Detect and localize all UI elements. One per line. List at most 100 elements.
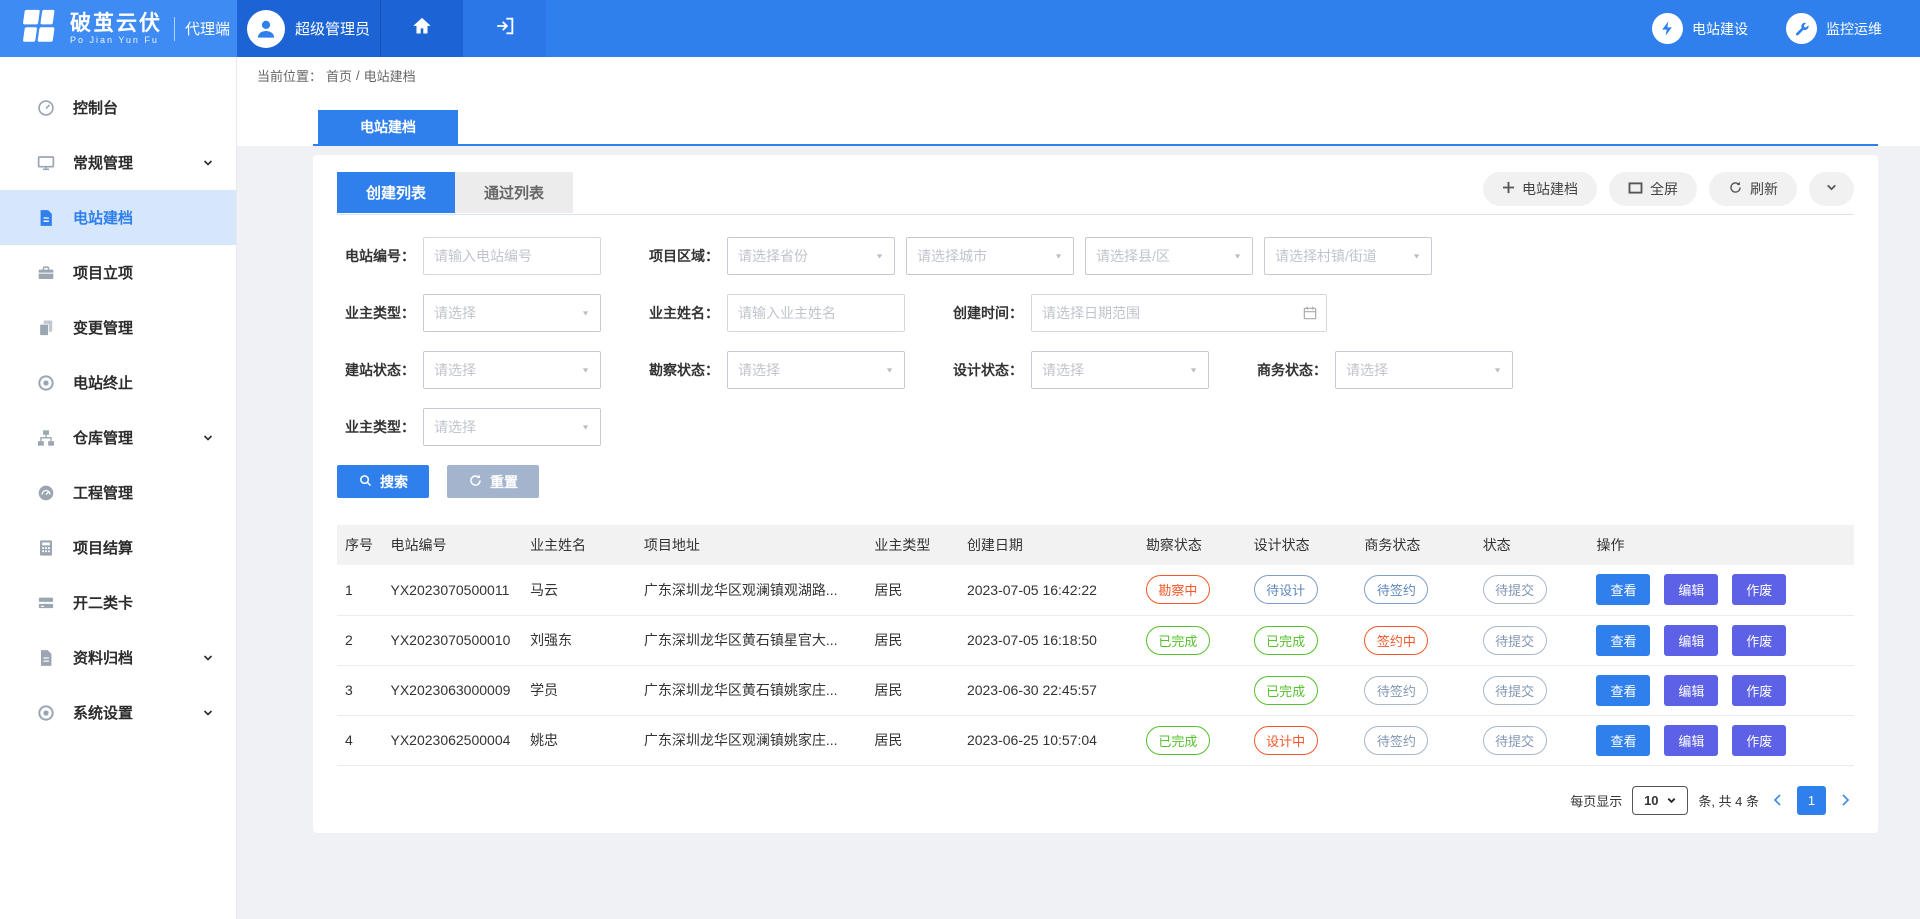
owner-type-select[interactable]: 请选择 ▼ bbox=[423, 294, 601, 332]
sidebar-item-label: 项目立项 bbox=[73, 262, 214, 283]
sidebar-item-warehouse-mgmt[interactable]: 仓库管理 bbox=[0, 410, 236, 465]
owner-name-input[interactable] bbox=[727, 294, 905, 332]
view-button[interactable]: 查看 bbox=[1596, 725, 1650, 756]
caret-down-icon: ▼ bbox=[581, 366, 590, 374]
edit-button[interactable]: 编辑 bbox=[1664, 725, 1718, 756]
sidebar-item-system-settings[interactable]: 系统设置 bbox=[0, 685, 236, 740]
logout-button[interactable] bbox=[463, 0, 546, 57]
sidebar-item-archives[interactable]: 资料归档 bbox=[0, 630, 236, 685]
sidebar-item-engineering-mgmt[interactable]: 工程管理 bbox=[0, 465, 236, 520]
edit-button[interactable]: 编辑 bbox=[1664, 625, 1718, 656]
create-station-button[interactable]: 电站建档 bbox=[1483, 172, 1597, 206]
collapse-toolbar-button[interactable] bbox=[1809, 172, 1854, 206]
refresh-button[interactable]: 刷新 bbox=[1709, 172, 1797, 206]
cell-address: 广东深圳龙华区黄石镇星官大... bbox=[636, 615, 867, 665]
cell-address: 广东深圳龙华区黄石镇姚家庄... bbox=[636, 665, 867, 715]
sidebar-item-type2-card[interactable]: 开二类卡 bbox=[0, 575, 236, 630]
col-status: 状态 bbox=[1475, 525, 1589, 565]
tab-create-list[interactable]: 创建列表 bbox=[337, 172, 455, 213]
view-button[interactable]: 查看 bbox=[1596, 574, 1650, 605]
page-tab-station-filing[interactable]: 电站建档 bbox=[318, 110, 458, 144]
invalidate-button[interactable]: 作废 bbox=[1732, 574, 1786, 605]
caret-down-icon: ▼ bbox=[581, 309, 590, 317]
province-select[interactable]: 请选择省份 ▼ bbox=[727, 237, 895, 275]
reset-button[interactable]: 重置 bbox=[447, 465, 539, 498]
cell-owner: 马云 bbox=[522, 565, 636, 615]
sidebar-item-project-initiation[interactable]: 项目立项 bbox=[0, 245, 236, 300]
design-status-label: 设计状态： bbox=[945, 360, 1023, 380]
chevron-down-icon bbox=[202, 432, 214, 444]
build-status-select[interactable]: 请选择 ▼ bbox=[423, 351, 601, 389]
invalidate-button[interactable]: 作废 bbox=[1732, 625, 1786, 656]
document-icon bbox=[36, 208, 56, 228]
view-button[interactable]: 查看 bbox=[1596, 625, 1650, 656]
search-label: 搜索 bbox=[380, 472, 408, 492]
page-number-button[interactable]: 1 bbox=[1797, 786, 1826, 815]
create-time-label: 创建时间： bbox=[945, 303, 1023, 323]
county-select[interactable]: 请选择县/区 ▼ bbox=[1085, 237, 1253, 275]
station-code-input[interactable] bbox=[423, 237, 601, 275]
sidebar-item-label: 仓库管理 bbox=[73, 427, 202, 448]
col-survey: 勘察状态 bbox=[1138, 525, 1246, 565]
col-index: 序号 bbox=[337, 525, 383, 565]
tab-passed-list[interactable]: 通过列表 bbox=[455, 172, 573, 213]
edit-button[interactable]: 编辑 bbox=[1664, 675, 1718, 706]
fullscreen-icon bbox=[1628, 181, 1643, 197]
cell-index: 3 bbox=[337, 665, 383, 715]
cell-owner-type: 居民 bbox=[866, 615, 959, 665]
breadcrumb-separator: / bbox=[356, 68, 360, 83]
next-page-button[interactable] bbox=[1836, 793, 1854, 807]
invalidate-button[interactable]: 作废 bbox=[1732, 725, 1786, 756]
sidebar-item-general-mgmt[interactable]: 常规管理 bbox=[0, 135, 236, 190]
home-button[interactable] bbox=[380, 0, 463, 57]
file-icon bbox=[36, 648, 56, 668]
settings-target-icon bbox=[36, 703, 56, 723]
sidebar-item-label: 电站终止 bbox=[73, 372, 214, 393]
total-count-label: 条, 共 4 条 bbox=[1698, 791, 1759, 810]
sidebar-item-station-termination[interactable]: 电站终止 bbox=[0, 355, 236, 410]
edit-button[interactable]: 编辑 bbox=[1664, 574, 1718, 605]
view-button[interactable]: 查看 bbox=[1596, 675, 1650, 706]
fullscreen-button[interactable]: 全屏 bbox=[1609, 172, 1697, 206]
divider bbox=[174, 17, 175, 41]
nav-monitor-ops[interactable]: 监控运维 bbox=[1786, 13, 1882, 44]
cell-index: 4 bbox=[337, 715, 383, 765]
breadcrumb-home-link[interactable]: 首页 bbox=[326, 66, 352, 85]
sidebar-item-station-filing[interactable]: 电站建档 bbox=[0, 190, 236, 245]
cell-code: YX2023070500010 bbox=[383, 615, 523, 665]
prev-page-button[interactable] bbox=[1769, 793, 1787, 807]
per-page-select[interactable]: 10 bbox=[1632, 786, 1688, 815]
cell-created: 2023-06-30 22:45:57 bbox=[959, 665, 1138, 715]
col-owner-type: 业主类型 bbox=[866, 525, 959, 565]
survey-status-placeholder: 请选择 bbox=[738, 360, 780, 380]
table-header-row: 序号 电站编号 业主姓名 项目地址 业主类型 创建日期 勘察状态 设计状态 商务… bbox=[337, 525, 1854, 565]
caret-down-icon: ▼ bbox=[885, 366, 894, 374]
owner-type2-select[interactable]: 请选择 ▼ bbox=[423, 408, 601, 446]
sidebar-item-label: 资料归档 bbox=[73, 647, 202, 668]
status-badge: 待设计 bbox=[1254, 575, 1318, 604]
user-menu[interactable]: 超级管理员 bbox=[237, 0, 380, 57]
survey-status-select[interactable]: 请选择 ▼ bbox=[727, 351, 905, 389]
dashboard-icon bbox=[36, 98, 56, 118]
business-status-select[interactable]: 请选择 ▼ bbox=[1335, 351, 1513, 389]
invalidate-button[interactable]: 作废 bbox=[1732, 675, 1786, 706]
search-button[interactable]: 搜索 bbox=[337, 465, 429, 498]
table-row: 2 YX2023070500010 刘强东 广东深圳龙华区黄石镇星官大... 居… bbox=[337, 615, 1854, 665]
build-status-placeholder: 请选择 bbox=[434, 360, 476, 380]
date-range-input[interactable] bbox=[1031, 294, 1327, 332]
sitemap-icon bbox=[36, 428, 56, 448]
sidebar-item-console[interactable]: 控制台 bbox=[0, 80, 236, 135]
city-placeholder: 请选择城市 bbox=[917, 246, 987, 266]
cell-index: 1 bbox=[337, 565, 383, 615]
col-design: 设计状态 bbox=[1246, 525, 1357, 565]
city-select[interactable]: 请选择城市 ▼ bbox=[906, 237, 1074, 275]
cell-code: YX2023070500011 bbox=[383, 565, 523, 615]
design-status-select[interactable]: 请选择 ▼ bbox=[1031, 351, 1209, 389]
brand-name: 破茧云伏 bbox=[70, 13, 162, 35]
pagination: 每页显示 10 条, 共 4 条 1 bbox=[337, 786, 1854, 815]
sidebar-item-change-mgmt[interactable]: 变更管理 bbox=[0, 300, 236, 355]
nav-station-build[interactable]: 电站建设 bbox=[1652, 13, 1748, 44]
sidebar-item-project-settlement[interactable]: 项目结算 bbox=[0, 520, 236, 575]
town-select[interactable]: 请选择村镇/街道 ▼ bbox=[1264, 237, 1432, 275]
caret-down-icon: ▼ bbox=[581, 423, 590, 431]
